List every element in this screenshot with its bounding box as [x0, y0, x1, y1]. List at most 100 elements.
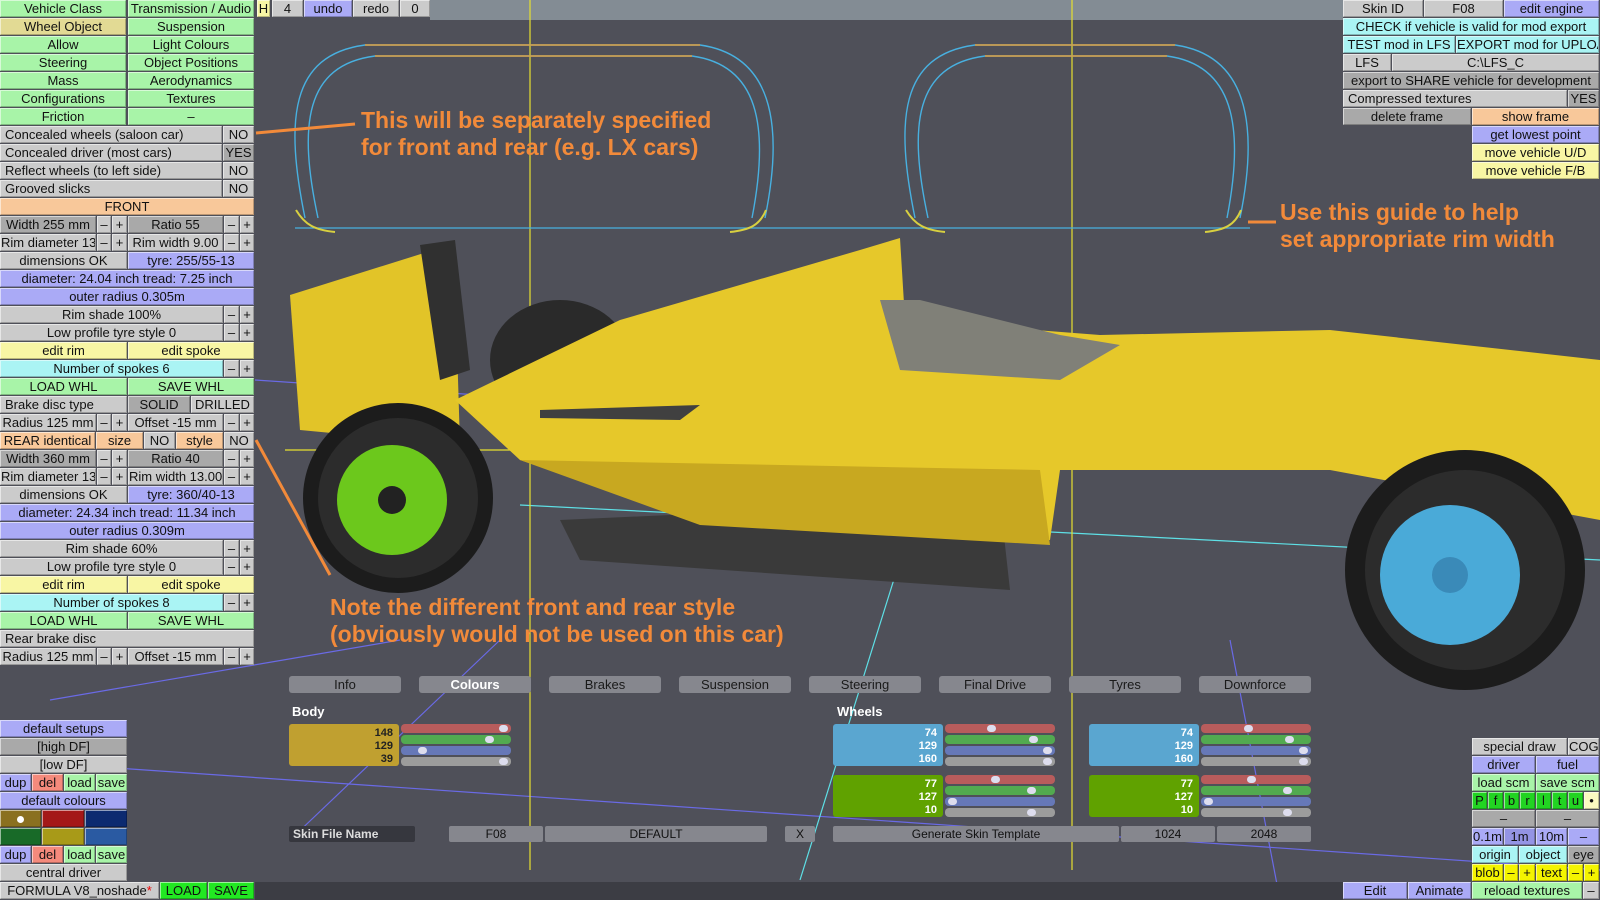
front-rim-ratio-minus[interactable]: – — [224, 234, 239, 251]
history-count[interactable]: 4 — [272, 0, 303, 17]
save-scm-button[interactable]: save scm — [1536, 774, 1599, 791]
rear-rim-ratio-minus[interactable]: – — [224, 468, 239, 485]
front-tyre-width-plus[interactable]: + — [112, 216, 127, 233]
slider-handle[interactable] — [1026, 787, 1036, 794]
red-slider[interactable] — [1201, 775, 1311, 784]
h-toggle-button[interactable]: H — [257, 0, 270, 17]
export-share-button[interactable]: export to SHARE vehicle for development — [1343, 72, 1599, 89]
driver-button[interactable]: driver — [1472, 756, 1535, 773]
menu-aerodynamics[interactable]: Aerodynamics — [128, 72, 254, 89]
body-colour-swatch[interactable]: 148 129 39 — [289, 724, 399, 766]
tab-downforce[interactable]: Downforce — [1199, 676, 1311, 693]
red-slider[interactable] — [1201, 724, 1311, 733]
tab-final-drive[interactable]: Final Drive — [939, 676, 1051, 693]
rear-rim-shade-plus[interactable]: + — [240, 540, 254, 557]
colour-swatch[interactable] — [0, 828, 41, 845]
rear-rim-width-minus[interactable]: – — [97, 468, 111, 485]
grid-size-2[interactable]: 10m — [1536, 828, 1567, 845]
blue-slider[interactable] — [945, 797, 1055, 806]
rear-spokes-minus[interactable]: – — [224, 594, 239, 611]
flag-b-toggle[interactable]: b — [1504, 792, 1519, 809]
resolution-2048-button[interactable]: 2048 — [1217, 826, 1311, 842]
front-save-whl-button[interactable]: SAVE WHL — [128, 378, 254, 395]
rear-load-whl-button[interactable]: LOAD WHL — [0, 612, 127, 629]
special-draw-button[interactable]: special draw — [1472, 738, 1567, 755]
alpha-slider[interactable] — [1201, 757, 1311, 766]
colour-swatch[interactable] — [85, 810, 127, 827]
setup-dup-button[interactable]: dup — [0, 774, 31, 791]
central-driver-button[interactable]: central driver — [0, 864, 127, 881]
flag-t-toggle[interactable]: t — [1552, 792, 1567, 809]
tab-colours[interactable]: Colours — [419, 676, 531, 693]
setup-low-df[interactable]: [low DF] — [0, 756, 127, 773]
slider-handle[interactable] — [485, 736, 494, 743]
brake-solid-option[interactable]: SOLID — [128, 396, 190, 413]
menu-vehicle-class[interactable]: Vehicle Class — [0, 0, 126, 17]
slider-handle[interactable] — [990, 776, 1000, 783]
front-spokes-plus[interactable]: + — [240, 360, 254, 377]
cog-button[interactable]: COG — [1568, 738, 1599, 755]
menu-object-positions[interactable]: Object Positions — [128, 54, 254, 71]
export-mod-button[interactable]: EXPORT mod for UPLOAD — [1456, 36, 1599, 53]
tab-steering[interactable]: Steering — [809, 676, 921, 693]
setup-save-button[interactable]: save — [96, 774, 127, 791]
setup-del-button[interactable]: del — [32, 774, 63, 791]
skin-file-name-input[interactable]: F08 — [449, 826, 543, 842]
lfs-path-field[interactable]: C:\LFS_C — [1392, 54, 1599, 71]
slider-handle[interactable] — [1299, 747, 1309, 754]
red-slider[interactable] — [945, 775, 1055, 784]
blue-slider[interactable] — [945, 746, 1055, 755]
blue-slider[interactable] — [1201, 797, 1311, 806]
front-tyre-ratio-minus[interactable]: – — [224, 216, 239, 233]
rear-brake-width-plus[interactable]: + — [112, 648, 127, 665]
test-mod-button[interactable]: TEST mod in LFS — [1343, 36, 1455, 53]
colour-swatch[interactable] — [42, 810, 84, 827]
edit-engine-button[interactable]: edit engine — [1504, 0, 1599, 17]
flag-l-toggle[interactable]: l — [1536, 792, 1551, 809]
rear-tyre-width-plus[interactable]: + — [112, 450, 127, 467]
slider-handle[interactable] — [1282, 787, 1292, 794]
redo-button[interactable]: redo — [353, 0, 399, 17]
colour-del-button[interactable]: del — [32, 846, 63, 863]
tab-info[interactable]: Info — [289, 676, 401, 693]
slider-handle[interactable] — [1285, 736, 1294, 743]
rear-brake-ratio-plus[interactable]: + — [240, 648, 254, 665]
grid-size-0[interactable]: 0.1m — [1472, 828, 1503, 845]
compressed-textures-toggle[interactable]: YES — [1568, 90, 1599, 107]
menu-allow[interactable]: Allow — [0, 36, 126, 53]
origin-button[interactable]: origin — [1472, 846, 1518, 863]
front-brake-ratio-minus[interactable]: – — [224, 414, 239, 431]
tool-dash-2[interactable]: – — [1536, 810, 1599, 827]
colour-swatch[interactable] — [42, 828, 84, 845]
resolution-1024-button[interactable]: 1024 — [1121, 826, 1215, 842]
rear-style-toggle[interactable]: NO — [224, 432, 254, 449]
rear-low-profile-style-plus[interactable]: + — [240, 558, 254, 575]
option-toggle-1[interactable]: YES — [223, 144, 254, 161]
green-slider[interactable] — [945, 786, 1055, 795]
menu-friction[interactable]: Friction — [0, 108, 126, 125]
flag-f-toggle[interactable]: f — [1488, 792, 1503, 809]
wheel-rear-secondary-colour-swatch[interactable]: 77 127 10 — [1089, 775, 1199, 817]
undo-button[interactable]: undo — [304, 0, 352, 17]
green-slider[interactable] — [945, 735, 1055, 744]
tab-tyres[interactable]: Tyres — [1069, 676, 1181, 693]
flag-P-toggle[interactable]: P — [1472, 792, 1487, 809]
menu-[interactable]: – — [128, 108, 254, 125]
setup-high-df[interactable]: [high DF] — [0, 738, 127, 755]
rear-tyre-ratio-minus[interactable]: – — [224, 450, 239, 467]
rear-rim-shade-minus[interactable]: – — [224, 540, 239, 557]
slider-handle[interactable] — [1043, 758, 1053, 765]
generate-skin-template-button[interactable]: Generate Skin Template — [833, 826, 1119, 842]
eye-button[interactable]: eye — [1568, 846, 1599, 863]
colour-dup-button[interactable]: dup — [0, 846, 31, 863]
object-button[interactable]: object — [1519, 846, 1567, 863]
menu-light-colours[interactable]: Light Colours — [128, 36, 254, 53]
rear-save-whl-button[interactable]: SAVE WHL — [128, 612, 254, 629]
rear-rim-width-plus[interactable]: + — [112, 468, 127, 485]
fuel-button[interactable]: fuel — [1536, 756, 1599, 773]
rear-brake-ratio-minus[interactable]: – — [224, 648, 239, 665]
front-brake-width-plus[interactable]: + — [112, 414, 127, 431]
skin-clear-button[interactable]: X — [785, 826, 815, 842]
front-load-whl-button[interactable]: LOAD WHL — [0, 378, 127, 395]
vehicle-save-button[interactable]: SAVE — [208, 882, 254, 899]
